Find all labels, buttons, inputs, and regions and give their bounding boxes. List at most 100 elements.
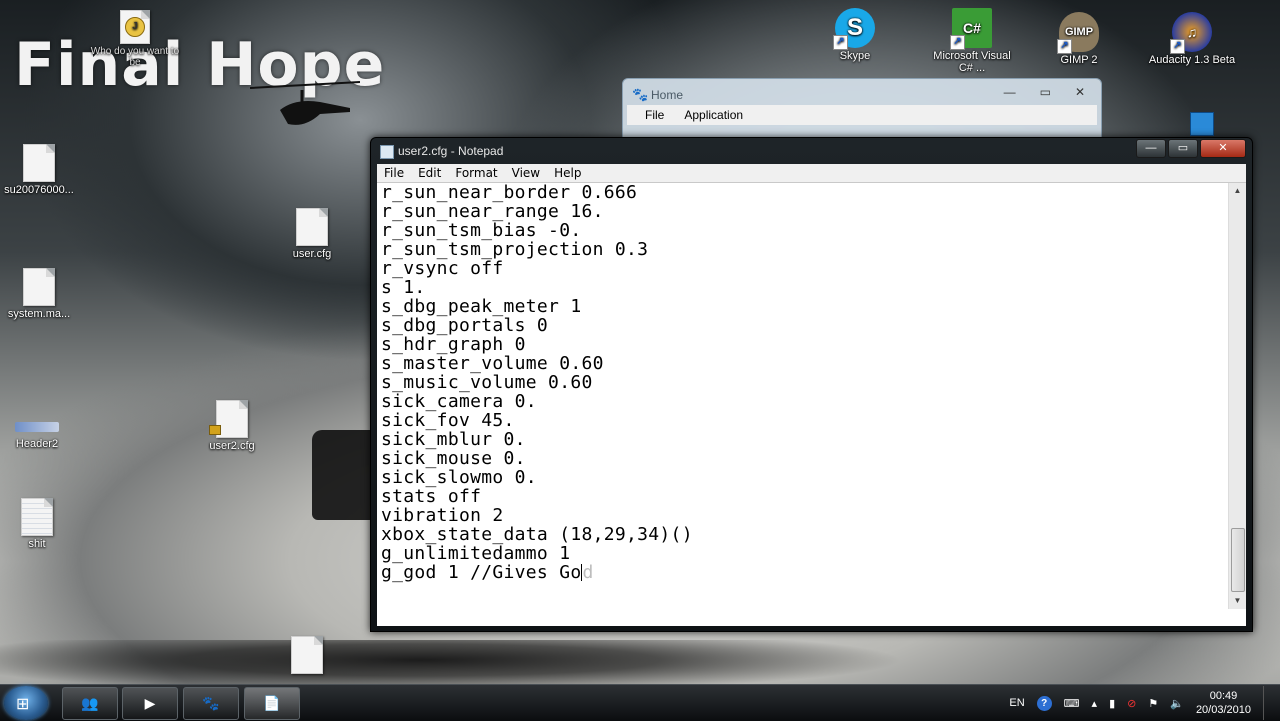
desktop-icon-visual-csharp[interactable]: C# ↗ Microsoft Visual C# ...: [927, 8, 1017, 74]
editor-line: xbox_state_data (18,29,34)(): [381, 524, 693, 545]
battery-icon[interactable]: ▮: [1109, 697, 1115, 710]
desktop-icon-su20076000[interactable]: su20076000...: [0, 144, 84, 196]
typed-text: g_god 1 //Gives Go: [381, 562, 582, 583]
desktop-icon-label: user2.cfg: [209, 440, 255, 452]
desktop-icon-file[interactable]: [262, 636, 352, 676]
taskbar-button-msn[interactable]: 👥: [62, 687, 118, 720]
taskbar-button-dj-app[interactable]: 🐾: [183, 687, 239, 720]
vertical-scrollbar[interactable]: ▲ ▼: [1228, 183, 1246, 609]
text-editor-area[interactable]: r_sun_near_border 0.666 r_sun_near_range …: [377, 182, 1246, 626]
editor-line: sick_fov 45.: [381, 410, 515, 431]
notepad-icon: [380, 145, 394, 159]
antivirus-icon[interactable]: ⊘: [1127, 697, 1136, 710]
editor-line: sick_mblur 0.: [381, 429, 526, 450]
scroll-down-arrow-icon[interactable]: ▼: [1229, 593, 1246, 609]
desktop-icon-label: Microsoft Visual C# ...: [933, 50, 1011, 74]
editor-text: r_sun_near_border 0.666 r_sun_near_range …: [381, 183, 1221, 582]
document-file-icon: [23, 268, 55, 306]
expand-tray-icon[interactable]: ▴: [1092, 697, 1098, 710]
desktop-icon-skype[interactable]: S ↗ Skype: [810, 8, 900, 62]
action-center-flag-icon[interactable]: ⚑: [1148, 697, 1158, 710]
helicopter-silhouette-icon: [250, 81, 360, 125]
desktop-icon-label: Skype: [839, 50, 871, 62]
menu-edit[interactable]: Edit: [411, 166, 448, 180]
close-button[interactable]: ✕: [1075, 85, 1085, 99]
ground-shadow: [0, 640, 1280, 690]
desktop-icon-audacity[interactable]: ♫ ↗ Audacity 1.3 Beta: [1147, 12, 1237, 66]
editor-line: r_sun_near_range 16.: [381, 201, 604, 222]
menu-file[interactable]: File: [645, 108, 664, 122]
scrollbar-thumb[interactable]: [1231, 528, 1245, 592]
audacity-icon: ♫ ↗: [1170, 12, 1212, 54]
desktop-icon-shit[interactable]: shit: [0, 498, 82, 550]
desktop-icon-label: Who do you want to be: [90, 46, 180, 68]
clock-time: 00:49: [1209, 690, 1238, 702]
desktop-icon-gimp[interactable]: GIMP ↗ GIMP 2: [1034, 12, 1124, 66]
help-icon[interactable]: ?: [1036, 695, 1052, 711]
desktop-icon-network[interactable]: [1190, 112, 1214, 136]
volume-icon[interactable]: 🔈: [1170, 697, 1184, 710]
menu-application[interactable]: Application: [684, 108, 743, 122]
editor-line: stats off: [381, 486, 482, 507]
visual-csharp-icon: C# ↗: [950, 8, 992, 50]
menu-view[interactable]: View: [505, 166, 547, 180]
editor-line: sick_camera 0.: [381, 391, 537, 412]
desktop-icon-user2-cfg[interactable]: user2.cfg: [187, 400, 277, 452]
editor-line: r_sun_tsm_projection 0.3: [381, 239, 649, 260]
document-file-icon: [23, 144, 55, 182]
editor-line: sick_slowmo 0.: [381, 467, 537, 488]
taskbar-button-notepad[interactable]: 📄: [244, 687, 300, 720]
editor-line: s_master_volume 0.60: [381, 353, 604, 374]
taskbar: ⊞ 👥 ▶ 🐾 📄 EN ? ⌨ ▴ ▮ ⊘ ⚑ 🔈 00:49 20/03/2…: [0, 684, 1280, 721]
desktop-icon-system-ma[interactable]: system.ma...: [0, 268, 84, 320]
home-window-title: Home: [651, 88, 684, 102]
maximize-button[interactable]: ▭: [1040, 85, 1051, 99]
menu-help[interactable]: Help: [547, 166, 588, 180]
desktop-icon-label: shit: [28, 538, 46, 550]
editor-line: s_music_volume 0.60: [381, 372, 593, 393]
media-player-icon: ▶: [144, 695, 156, 711]
windows-logo-icon: ⊞: [16, 696, 30, 713]
keyboard-icon[interactable]: ⌨: [1064, 697, 1080, 710]
notepad-menubar: File Edit Format View Help: [377, 164, 1246, 182]
desktop-icon-label: system.ma...: [7, 308, 71, 320]
paw-icon: 🐾: [632, 87, 649, 102]
minimize-button[interactable]: —: [1136, 139, 1166, 158]
taskbar-button-media-player[interactable]: ▶: [122, 687, 178, 720]
desktop-icon-user-cfg[interactable]: user.cfg: [267, 208, 357, 260]
editor-line-current: g_god 1 //Gives God: [381, 563, 1221, 582]
language-indicator[interactable]: EN: [1009, 697, 1024, 709]
minimize-button[interactable]: —: [1004, 85, 1016, 99]
desktop-icon-label: su20076000...: [4, 184, 74, 196]
msn-messenger-icon: 👥: [81, 695, 99, 711]
scroll-up-arrow-icon[interactable]: ▲: [1229, 183, 1246, 199]
editor-line: r_vsync off: [381, 258, 504, 279]
start-button[interactable]: ⊞: [4, 686, 48, 720]
document-file-icon: [296, 208, 328, 246]
dj-app-icon: 🐾: [202, 695, 220, 711]
menu-format[interactable]: Format: [448, 166, 504, 180]
show-desktop-button[interactable]: [1263, 686, 1274, 720]
text-file-icon: [21, 498, 53, 536]
lock-icon: [209, 425, 221, 435]
skype-icon: S ↗: [833, 8, 875, 50]
menu-file[interactable]: File: [377, 166, 411, 180]
home-window-controls: — ▭ ✕: [1004, 85, 1085, 99]
desktop-icon-label: GIMP 2: [1060, 54, 1098, 66]
editor-line: g_unlimitedammo 1: [381, 543, 571, 564]
ghost-text: d: [582, 562, 594, 583]
document-file-icon: J: [120, 10, 150, 44]
locked-file-icon: [209, 400, 248, 438]
shortcut-arrow-icon: ↗: [1170, 39, 1185, 54]
maximize-button[interactable]: ▭: [1168, 139, 1198, 158]
desktop-icon-header2[interactable]: Header2: [0, 422, 82, 450]
editor-line: vibration 2: [381, 505, 504, 526]
notepad-window[interactable]: user2.cfg - Notepad — ▭ ✕ File Edit Form…: [370, 137, 1253, 632]
home-menubar: File Application: [627, 105, 1097, 125]
close-button[interactable]: ✕: [1200, 139, 1246, 158]
editor-line: s_dbg_peak_meter 1: [381, 296, 582, 317]
notepad-icon: 📄: [263, 695, 281, 711]
clock[interactable]: 00:49 20/03/2010: [1196, 689, 1251, 717]
desktop-icon-who-do-you-want[interactable]: J Who do you want to be: [90, 10, 180, 68]
desktop-icon-label: Header2: [15, 438, 59, 450]
